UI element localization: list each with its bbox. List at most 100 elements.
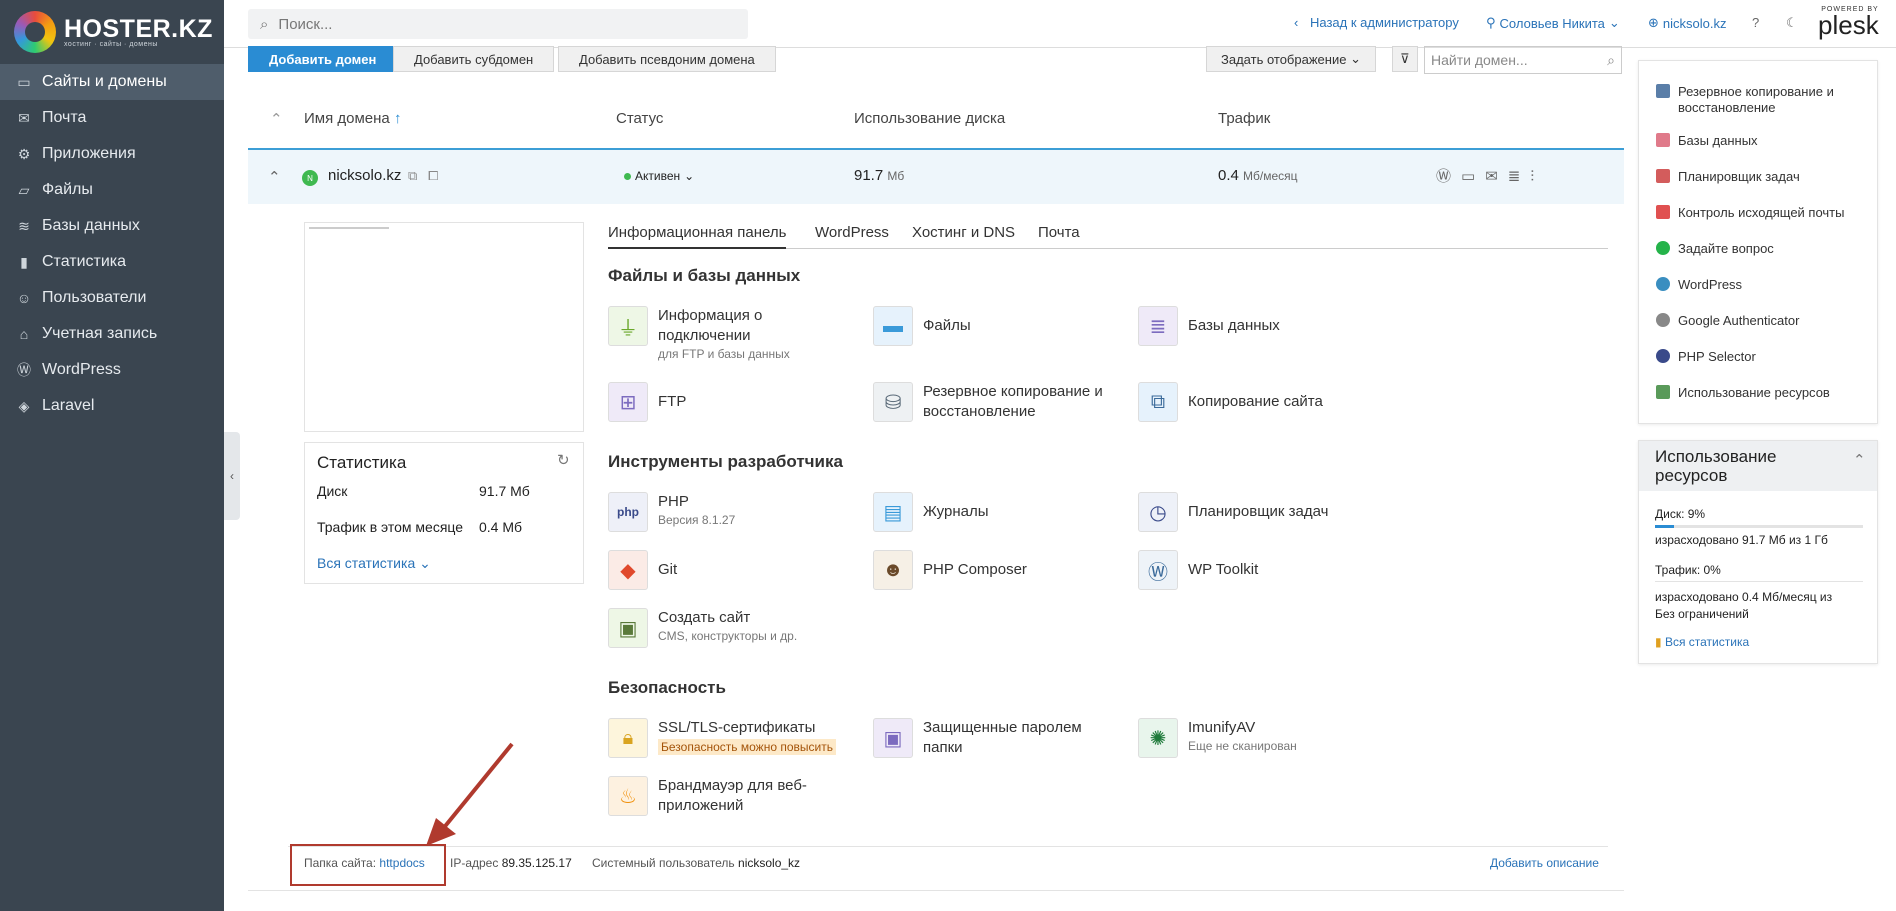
- all-stats-link[interactable]: Вся статистика ⌄: [317, 555, 431, 572]
- tool-php[interactable]: php PHP Версия 8.1.27: [608, 492, 858, 532]
- stats-disk-label: Диск: [317, 483, 348, 499]
- tool-name: Защищенные паролем папки: [923, 719, 1082, 756]
- view-mode-button[interactable]: Задать отображение ⌄: [1206, 46, 1376, 72]
- hoster-logo[interactable]: HOSTER.KZ хостинг · сайты · домены: [14, 10, 213, 54]
- tool-logs[interactable]: ▤ Журналы: [873, 492, 1123, 532]
- tool-git[interactable]: ◆ Git: [608, 550, 858, 590]
- add-description-link[interactable]: Добавить описание: [1490, 856, 1599, 870]
- sidebar-item-mail[interactable]: ✉ Почта: [0, 100, 224, 136]
- row-actions: Ⓦ▭✉≣⫶: [1436, 165, 1544, 186]
- tool-sub: Еще не сканирован: [1188, 739, 1297, 753]
- quick-link-databases[interactable]: Базы данных: [1656, 133, 1758, 149]
- section-files-db: Файлы и базы данных: [608, 266, 801, 285]
- sidebar-item-statistics[interactable]: ▮ Статистика: [0, 244, 224, 280]
- log-file-icon: ▤: [873, 492, 913, 532]
- sidebar-item-sites[interactable]: ▭ Сайты и домены: [0, 64, 224, 100]
- plesk-wordmark: plesk: [1818, 10, 1879, 40]
- settings-sliders-icon[interactable]: ⫶: [1530, 168, 1544, 185]
- add-domain-button[interactable]: Добавить домен: [248, 46, 398, 72]
- tool-composer[interactable]: ☻ PHP Composer: [873, 550, 1123, 590]
- sidebar-item-users[interactable]: ☺ Пользователи: [0, 280, 224, 316]
- add-subdomain-button[interactable]: Добавить субдомен: [393, 46, 555, 72]
- sidebar-item-label: WordPress: [42, 361, 121, 378]
- col-status[interactable]: Статус: [616, 110, 663, 127]
- tool-backup[interactable]: ⛁ Резервное копирование и восстановление: [873, 382, 1123, 422]
- wordpress-icon[interactable]: Ⓦ: [1436, 168, 1461, 185]
- tool-protected-folders[interactable]: ▣ Защищенные паролем папки: [873, 718, 1123, 758]
- tool-name: Резервное копирование и восстановление: [923, 383, 1103, 420]
- moon-icon[interactable]: ☾: [1786, 15, 1798, 31]
- tool-wp-toolkit[interactable]: Ⓦ WP Toolkit: [1138, 550, 1388, 590]
- traffic-unit: Мб/месяц: [1243, 169, 1298, 183]
- sidebar-item-databases[interactable]: ≋ Базы данных: [0, 208, 224, 244]
- back-to-admin-link[interactable]: ‹ Назад к администратору: [1294, 15, 1459, 30]
- quick-link-label: Использование ресурсов: [1678, 385, 1830, 400]
- quick-link-usage[interactable]: Использование ресурсов: [1656, 385, 1830, 401]
- tool-imunify[interactable]: ✺ ImunifyAV Еще не сканирован: [1138, 718, 1388, 758]
- quick-link-wordpress[interactable]: WordPress: [1656, 277, 1742, 293]
- chevron-up-icon[interactable]: ⌃: [1853, 451, 1866, 469]
- sidebar-item-apps[interactable]: ⚙ Приложения: [0, 136, 224, 172]
- sidebar-item-label: Пользователи: [42, 289, 147, 306]
- tool-copy-site[interactable]: ⧉ Копирование сайта: [1138, 382, 1388, 422]
- google-auth-icon: [1656, 313, 1670, 327]
- wordpress-icon: Ⓦ: [17, 362, 31, 378]
- tab-wordpress[interactable]: WordPress: [815, 224, 889, 247]
- sidebar-collapse-button[interactable]: ‹: [224, 432, 240, 520]
- tool-ftp[interactable]: ⊞ FTP: [608, 382, 858, 422]
- sidebar-item-account[interactable]: ⌂ Учетная запись: [0, 316, 224, 352]
- sidebar-nav: ▭ Сайты и домены ✉ Почта ⚙ Приложения ▱ Файл…: [0, 64, 224, 424]
- sidebar-item-wordpress[interactable]: Ⓦ WordPress: [0, 352, 224, 388]
- refresh-icon[interactable]: ↻: [557, 451, 570, 469]
- tool-create-site[interactable]: ▣ Создать сайт CMS, конструкторы и др.: [608, 608, 858, 648]
- global-search-input[interactable]: ⌕ Поиск...: [248, 9, 748, 39]
- resource-usage-panel: Использование ресурсов ⌃ Диск: 9% израсх…: [1638, 440, 1878, 664]
- tab-mail[interactable]: Почта: [1038, 224, 1080, 247]
- chevron-up-icon[interactable]: ⌃: [268, 168, 281, 186]
- quick-link-backup[interactable]: Резервное копирование и восстановление: [1656, 84, 1866, 116]
- tool-files[interactable]: ▬ Файлы: [873, 306, 1123, 346]
- domain-name-link[interactable]: nicksolo.kz: [328, 167, 401, 184]
- tool-scheduler[interactable]: ◷ Планировщик задач: [1138, 492, 1388, 532]
- quick-link-ask[interactable]: Задайте вопрос: [1656, 241, 1774, 257]
- add-alias-button[interactable]: Добавить псевдоним домена: [558, 46, 776, 72]
- chevron-left-icon: ‹: [1294, 15, 1299, 30]
- help-icon[interactable]: ?: [1752, 15, 1759, 30]
- col-traffic[interactable]: Трафик: [1218, 110, 1270, 127]
- copy-icon[interactable]: ⧉: [408, 168, 417, 184]
- database-icon[interactable]: ≣: [1508, 168, 1531, 185]
- sidebar-item-files[interactable]: ▱ Файлы: [0, 172, 224, 208]
- status-badge[interactable]: Активен ⌄: [624, 169, 694, 183]
- user-menu[interactable]: ⚲ Соловьев Никита ⌄: [1486, 15, 1620, 31]
- folder-icon[interactable]: ▭: [1461, 168, 1485, 185]
- filter-icon: ⊽: [1400, 51, 1410, 66]
- collapse-all-icon[interactable]: ⌃: [270, 110, 283, 128]
- domain-row[interactable]: ⌃ N nicksolo.kz ⧉ ⧠ Активен ⌄ 91.7 Мб 0.4…: [248, 148, 1624, 204]
- tool-ssl[interactable]: 🔒︎ SSL/TLS-сертификаты Безопасность можно …: [608, 718, 868, 758]
- mail-icon[interactable]: ✉: [1485, 168, 1508, 185]
- preview-icon[interactable]: ⧠: [428, 168, 438, 184]
- domain-link[interactable]: ⊕ nicksolo.kz: [1648, 15, 1726, 31]
- quick-link-mail-control[interactable]: Контроль исходящей почты: [1656, 205, 1844, 221]
- tool-name: Копирование сайта: [1188, 393, 1323, 410]
- site-preview[interactable]: [304, 222, 584, 432]
- sidebar-item-label: Почта: [42, 109, 87, 126]
- quick-link-label: Планировщик задач: [1678, 169, 1800, 184]
- tab-hosting-dns[interactable]: Хостинг и DNS: [912, 224, 1015, 247]
- find-domain-input[interactable]: Найти домен... ⌕: [1424, 46, 1622, 74]
- quick-link-google-auth[interactable]: Google Authenticator: [1656, 313, 1799, 329]
- quick-link-scheduler[interactable]: Планировщик задач: [1656, 169, 1800, 185]
- quick-link-php-selector[interactable]: PHP Selector: [1656, 349, 1756, 365]
- sysuser-value: nicksolo_kz: [738, 856, 801, 870]
- filter-button[interactable]: ⊽: [1392, 46, 1418, 72]
- lock-icon: 🔒︎: [608, 718, 648, 758]
- col-disk[interactable]: Использование диска: [854, 110, 1005, 127]
- tool-waf[interactable]: ♨ Брандмауэр для веб-приложений: [608, 776, 858, 816]
- usage-all-stats-link[interactable]: ▮ Вся статистика: [1655, 635, 1749, 649]
- tool-name: Брандмауэр для веб-приложений: [658, 777, 807, 814]
- tab-dashboard[interactable]: Информационная панель: [608, 224, 787, 249]
- sidebar-item-laravel[interactable]: ◈ Laravel: [0, 388, 224, 424]
- col-domain-name[interactable]: Имя домена ↑: [304, 110, 401, 127]
- tool-connection-info[interactable]: ⏚ Информация о подключении для FTP и базы …: [608, 306, 858, 362]
- tool-databases[interactable]: ≣ Базы данных: [1138, 306, 1388, 346]
